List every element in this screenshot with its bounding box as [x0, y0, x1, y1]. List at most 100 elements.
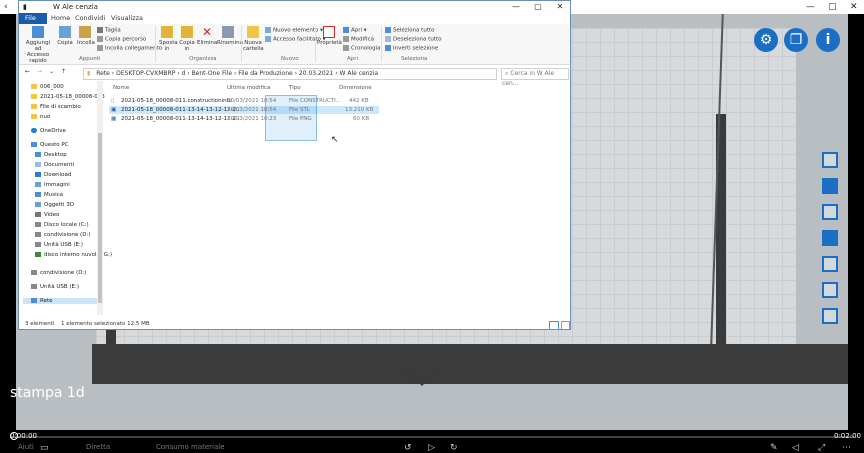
ribbon-separator — [155, 26, 156, 62]
view-back-cube-icon[interactable] — [822, 282, 838, 298]
delete-button[interactable]: ✕ Elimina — [197, 26, 217, 46]
file-explorer-window[interactable]: ▮ W Ale cenzia — ▢ ✕ File Home Condividi… — [18, 0, 571, 330]
nav-item-drive-e[interactable]: Unità USB (E:) — [35, 242, 83, 248]
breadcrumb-4[interactable]: File da Produzione — [238, 70, 292, 77]
layers-icon[interactable]: ❐ — [784, 28, 808, 52]
nav-item-this-pc[interactable]: Questo PC — [31, 142, 69, 148]
nav-item-3d-objects[interactable]: Oggetti 3D — [35, 202, 74, 208]
column-header-size[interactable]: Dimensione — [339, 85, 372, 91]
breadcrumb-0[interactable]: Rete — [96, 70, 110, 77]
maximize-button[interactable]: ▢ — [527, 1, 549, 13]
navigation-pane: 006_000 2021-05-18_00008-003 File di sca… — [19, 81, 112, 315]
nav-scrollbar-thumb[interactable] — [98, 133, 102, 303]
nav-item-folder[interactable]: 2021-05-18_00008-003 — [31, 94, 105, 100]
nav-item-drive-c[interactable]: Disco locale (C:) — [35, 222, 89, 228]
select-none-button[interactable]: Deseleziona tutto — [385, 36, 442, 43]
pin-quick-access-button[interactable]: Aggiungi ad Accesso rapido — [23, 26, 53, 64]
new-folder-label: Nuova cartella — [243, 40, 264, 52]
title-bar[interactable]: ▮ W Ale cenzia — ▢ ✕ — [19, 1, 570, 13]
nav-item-folder[interactable]: File di scambio — [31, 104, 81, 110]
nav-item-video[interactable]: Video — [35, 212, 59, 218]
nav-label: Download — [44, 172, 72, 178]
up-arrow-icon[interactable]: ↑ — [61, 68, 66, 75]
paste-link-button[interactable]: Incolla collegamento — [97, 45, 162, 52]
minimize-button[interactable]: — — [505, 1, 527, 13]
image-file-icon: ▦ — [111, 116, 117, 122]
nav-item-music[interactable]: Musica — [35, 192, 63, 198]
edit-label: Modifica — [351, 36, 374, 43]
properties-button[interactable]: Proprietà — [317, 26, 342, 46]
properties-icon — [323, 26, 335, 38]
restore-icon[interactable]: ▢ — [828, 0, 837, 14]
group-appunti: Appunti — [79, 56, 101, 62]
open-button[interactable]: Apri ▾ — [343, 27, 367, 34]
column-header-date[interactable]: Ultima modifica — [227, 85, 270, 91]
new-folder-button[interactable]: Nuova cartella — [243, 26, 264, 52]
search-input[interactable]: ⌕ Cerca in W Ale cen... — [501, 68, 569, 87]
edit-button[interactable]: Modifica — [343, 36, 374, 43]
nav-label: Rete — [40, 298, 53, 304]
nav-item-folder[interactable]: nuo — [31, 114, 50, 120]
cut-button[interactable]: Taglia — [97, 27, 121, 34]
back-arrow-icon[interactable]: ← — [25, 68, 30, 75]
details-view-icon[interactable] — [549, 321, 559, 329]
nav-item-drive-d-2[interactable]: condivisione (D:) — [31, 270, 86, 276]
move-to-button[interactable]: Sposta in — [159, 26, 178, 52]
select-all-button[interactable]: Seleziona tutto — [385, 27, 435, 34]
close-button[interactable]: ✕ — [549, 1, 570, 13]
copy-button[interactable]: Copia — [57, 26, 73, 46]
rename-button[interactable]: Rinomina — [217, 26, 243, 46]
nav-item-network[interactable]: Rete — [23, 298, 103, 304]
copy-path-button[interactable]: Copia percorso — [97, 36, 146, 43]
group-nuovo: Nuovo — [281, 56, 299, 62]
breadcrumb-1[interactable]: DESKTOP-CVXMBRP — [116, 70, 175, 77]
breadcrumb-5[interactable]: 20.03.2021 — [299, 70, 333, 77]
window-title: W Ale cenzia — [53, 3, 98, 11]
tab-visualizza[interactable]: Visualizza — [105, 13, 149, 24]
video-progress-track[interactable] — [10, 436, 854, 438]
file-row[interactable]: ▦ 2021-05-18_00008-011-13-14-13-12-11-2.… — [109, 115, 379, 123]
forward-arrow-icon[interactable]: → — [37, 68, 42, 75]
nav-item-onedrive[interactable]: OneDrive — [31, 128, 66, 134]
tab-file[interactable]: File — [19, 13, 47, 24]
large-icons-view-icon[interactable] — [561, 321, 570, 329]
view-right-cube-icon[interactable] — [822, 230, 838, 246]
view-bottom-cube-icon[interactable] — [822, 308, 838, 324]
history-button[interactable]: Cronologia — [343, 45, 380, 52]
back-arrow-icon[interactable]: ‹ — [4, 0, 8, 14]
address-bar[interactable]: ▮ Rete › DESKTOP-CVXMBRP › d › Bent-One … — [83, 68, 497, 80]
drive-icon — [35, 222, 41, 227]
invert-selection-icon — [385, 45, 391, 51]
column-header-type[interactable]: Tipo — [289, 85, 301, 91]
folder-icon — [31, 84, 37, 89]
copy-to-button[interactable]: Copia in — [179, 26, 195, 52]
breadcrumb-6[interactable]: W Ale cenzia — [340, 70, 379, 77]
breadcrumb-3[interactable]: Bent-One File — [192, 70, 232, 77]
nav-item-desktop[interactable]: Desktop — [35, 152, 67, 158]
info-icon[interactable]: i — [816, 28, 840, 52]
file-row[interactable]: ▯ 2021-05-18_00008-011.constructioninfo … — [109, 97, 379, 105]
paste-button[interactable]: Incolla — [77, 26, 95, 46]
nav-item-drive-e-2[interactable]: Unità USB (E:) — [31, 284, 79, 290]
nav-item-folder[interactable]: 006_000 — [31, 84, 64, 90]
nav-label: Unità USB (E:) — [40, 284, 79, 290]
view-left-cube-icon[interactable] — [822, 256, 838, 272]
minimize-icon[interactable]: — — [806, 0, 815, 14]
view-top-cube-icon[interactable] — [822, 204, 838, 220]
nav-item-drive-d[interactable]: condivisione (D:) — [35, 232, 90, 238]
view-front-cube-icon[interactable] — [822, 178, 838, 194]
nav-label: Documenti — [44, 162, 75, 168]
invert-selection-button[interactable]: Inverti selezione — [385, 45, 438, 52]
nav-item-pictures[interactable]: Immagini — [35, 182, 70, 188]
breadcrumb-2[interactable]: d — [182, 70, 186, 77]
nav-item-download[interactable]: Download — [35, 172, 71, 178]
settings-gear-icon[interactable]: ⚙ — [754, 28, 778, 52]
column-header-name[interactable]: Nome — [113, 85, 129, 91]
view-iso-cube-icon[interactable] — [822, 152, 838, 168]
move-label: Sposta in — [159, 40, 178, 52]
new-folder-icon — [247, 26, 259, 38]
close-icon[interactable]: ✕ — [850, 0, 858, 14]
recent-chevron-icon[interactable]: ⌄ — [49, 68, 54, 75]
file-row[interactable]: ▣ 2021-05-18_00008-011-13-14-13-12-11-2.… — [109, 106, 379, 114]
nav-item-documents[interactable]: Documenti — [35, 162, 74, 168]
